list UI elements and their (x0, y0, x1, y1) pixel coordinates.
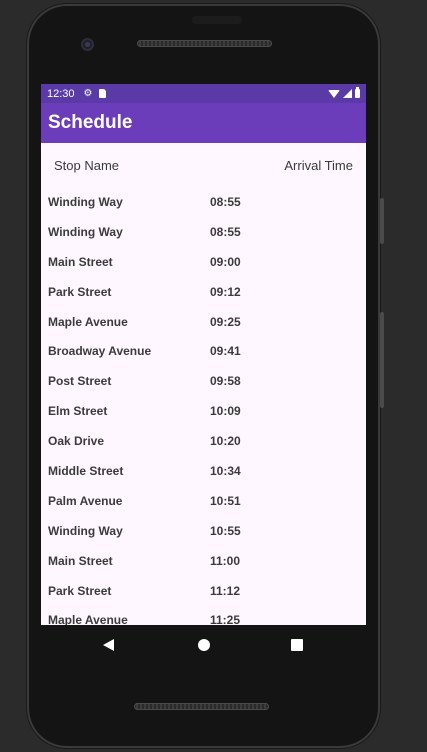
navigation-bar (41, 625, 366, 665)
table-row[interactable]: Elm Street 10:09 (41, 396, 366, 426)
stop-name: Winding Way (48, 195, 123, 209)
arrival-time: 11:25 (210, 613, 241, 625)
stop-name: Broadway Avenue (48, 344, 152, 359)
stop-name: Maple Avenue (48, 613, 128, 625)
table-row[interactable]: Main Street 11:00 (41, 546, 366, 576)
home-icon[interactable] (198, 639, 210, 651)
arrival-time: 11:12 (210, 583, 241, 598)
arrival-time: 08:55 (210, 195, 241, 209)
status-bar: 12:30 ⚙ (41, 84, 366, 103)
proximity-sensor (192, 16, 242, 24)
table-row[interactable]: Main Street 09:00 (41, 247, 366, 277)
arrival-time: 09:25 (210, 314, 241, 329)
stop-name: Park Street (48, 583, 112, 598)
arrival-time: 10:51 (210, 493, 241, 508)
stop-name: Winding Way (48, 224, 123, 239)
back-icon[interactable] (103, 639, 114, 651)
status-indicators (328, 87, 360, 98)
arrival-time: 09:00 (210, 254, 241, 269)
table-row[interactable]: Middle Street 10:34 (41, 456, 366, 486)
bottom-speaker-grille (134, 703, 269, 710)
arrival-time-header: Arrival Time (284, 158, 353, 173)
table-row[interactable]: Post Street 09:58 (41, 366, 366, 396)
page-title: Schedule (48, 112, 133, 133)
stop-name: Main Street (48, 553, 113, 568)
stop-name-header: Stop Name (54, 158, 120, 173)
battery-icon (355, 87, 360, 98)
table-row[interactable]: Oak Drive 10:20 (41, 426, 366, 456)
table-row[interactable]: Park Street 09:12 (41, 277, 366, 307)
arrival-time: 11:00 (210, 553, 241, 568)
stop-name: Post Street (48, 374, 112, 389)
power-button[interactable] (380, 198, 384, 244)
volume-button[interactable] (380, 312, 384, 408)
front-camera-icon (81, 38, 94, 51)
table-header: Stop Name Arrival Time (41, 143, 366, 187)
app-bar: Schedule (41, 103, 366, 143)
table-row[interactable]: Broadway Avenue 09:41 (41, 336, 366, 366)
status-time: 12:30 (47, 87, 75, 100)
wifi-icon (328, 89, 340, 98)
gear-icon: ⚙ (83, 88, 93, 99)
table-row[interactable]: Winding Way 10:55 (41, 516, 366, 546)
app-screen: 12:30 ⚙ Schedule Stop Name Arrival Time … (41, 84, 366, 625)
sd-card-icon (98, 89, 106, 98)
arrival-time: 09:58 (210, 374, 241, 389)
signal-icon (343, 89, 352, 98)
arrival-time: 10:34 (210, 464, 241, 479)
table-row[interactable]: Winding Way 08:55 (41, 187, 366, 217)
stop-name: Winding Way (48, 523, 123, 538)
table-row[interactable]: Maple Avenue 11:25 (41, 605, 366, 625)
arrival-time: 08:55 (210, 224, 241, 239)
stop-name: Park Street (48, 284, 112, 299)
table-row[interactable]: Park Street 11:12 (41, 576, 366, 606)
arrival-time: 10:20 (210, 434, 241, 449)
schedule-list[interactable]: Winding Way 08:55 Winding Way 08:55 Main S… (41, 187, 366, 625)
table-row[interactable]: Palm Avenue 10:51 (41, 486, 366, 516)
table-row[interactable]: Winding Way 08:55 (41, 217, 366, 247)
arrival-time: 09:41 (210, 344, 241, 359)
stop-name: Palm Avenue (48, 493, 123, 508)
stop-name: Maple Avenue (48, 314, 128, 329)
stop-name: Middle Street (48, 464, 124, 479)
arrival-time: 10:09 (210, 404, 241, 419)
stop-name: Elm Street (48, 404, 108, 419)
stop-name: Main Street (48, 254, 113, 269)
stop-name: Oak Drive (48, 434, 105, 449)
recents-icon[interactable] (291, 639, 303, 651)
arrival-time: 10:55 (210, 523, 241, 538)
arrival-time: 09:12 (210, 284, 241, 299)
table-row[interactable]: Maple Avenue 09:25 (41, 307, 366, 337)
top-speaker-grille (137, 40, 272, 47)
